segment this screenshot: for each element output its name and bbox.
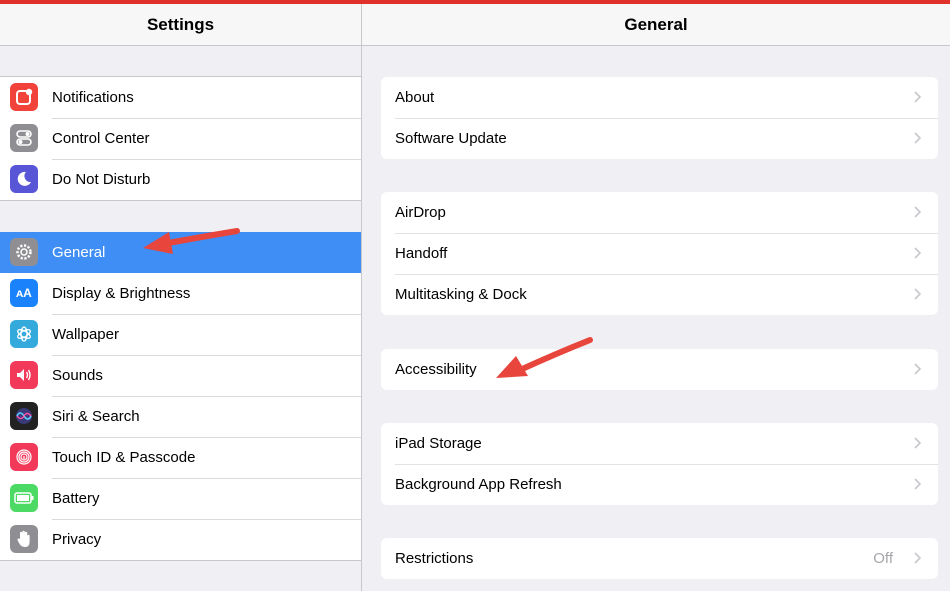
general-item-airdrop[interactable]: AirDrop <box>381 192 938 233</box>
settings-sidebar: Settings Notifications Control Center Do… <box>0 4 361 591</box>
sidebar-item-label: Touch ID & Passcode <box>52 449 196 466</box>
general-item-label: AirDrop <box>395 204 446 221</box>
general-item-ipad-storage[interactable]: iPad Storage <box>381 423 938 464</box>
general-item-label: Restrictions <box>395 550 474 567</box>
general-detail-pane: General About Software Update AirDrop Ha… <box>362 4 950 591</box>
general-item-label: Multitasking & Dock <box>395 286 527 303</box>
sidebar-item-label: Privacy <box>52 531 102 548</box>
sidebar-item-sounds[interactable]: Sounds <box>0 355 361 396</box>
wallpaper-icon <box>10 320 38 348</box>
general-item-about[interactable]: About <box>381 77 938 118</box>
general-item-label: Handoff <box>395 245 448 262</box>
general-item-label: Accessibility <box>395 361 477 378</box>
gear-icon <box>10 238 38 266</box>
sidebar-item-siri-search[interactable]: Siri & Search <box>0 396 361 437</box>
sidebar-group-1: Notifications Control Center Do Not Dist… <box>0 76 361 201</box>
sidebar-item-label: Control Center <box>52 130 150 147</box>
sidebar-item-display-brightness[interactable]: ᴀA Display & Brightness <box>0 273 361 314</box>
general-item-label: Background App Refresh <box>395 476 562 493</box>
sounds-icon <box>10 361 38 389</box>
general-group-1: About Software Update <box>381 77 938 159</box>
general-item-restrictions[interactable]: Restrictions Off <box>381 538 938 579</box>
sidebar-item-label: Wallpaper <box>52 326 119 343</box>
sidebar-item-label: Sounds <box>52 367 103 384</box>
sidebar-group-2: General ᴀA Display & Brightness Wallpape… <box>0 232 361 561</box>
chevron-right-icon <box>914 437 922 449</box>
sidebar-item-label: Notifications <box>52 89 134 106</box>
sidebar-item-wallpaper[interactable]: Wallpaper <box>0 314 361 355</box>
chevron-right-icon <box>914 288 922 300</box>
general-item-label: About <box>395 89 435 106</box>
sidebar-item-battery[interactable]: Battery <box>0 478 361 519</box>
chevron-right-icon <box>914 247 922 259</box>
detail-title: General <box>362 4 950 46</box>
chevron-right-icon <box>914 478 922 490</box>
general-item-label: iPad Storage <box>395 435 482 452</box>
sidebar-item-label: Siri & Search <box>52 408 140 425</box>
control-center-icon <box>10 124 38 152</box>
sidebar-item-privacy[interactable]: Privacy <box>0 519 361 560</box>
chevron-right-icon <box>914 206 922 218</box>
chevron-right-icon <box>914 552 922 564</box>
general-group-5: Restrictions Off <box>381 538 938 579</box>
general-item-software-update[interactable]: Software Update <box>381 118 938 159</box>
fingerprint-icon <box>10 443 38 471</box>
sidebar-title: Settings <box>0 4 361 46</box>
moon-icon <box>10 165 38 193</box>
restrictions-value: Off <box>873 550 893 567</box>
sidebar-item-label: Do Not Disturb <box>52 171 151 188</box>
battery-icon <box>10 484 38 512</box>
sidebar-item-label: Display & Brightness <box>52 285 191 302</box>
sidebar-item-do-not-disturb[interactable]: Do Not Disturb <box>0 159 361 200</box>
general-item-handoff[interactable]: Handoff <box>381 233 938 274</box>
general-group-2: AirDrop Handoff Multitasking & Dock <box>381 192 938 315</box>
sidebar-item-general[interactable]: General <box>0 232 361 273</box>
sidebar-item-touch-id[interactable]: Touch ID & Passcode <box>0 437 361 478</box>
sidebar-item-label: General <box>52 244 106 261</box>
general-item-accessibility[interactable]: Accessibility <box>381 349 938 390</box>
general-group-3: Accessibility <box>381 349 938 390</box>
hand-icon <box>10 525 38 553</box>
sidebar-item-notifications[interactable]: Notifications <box>0 77 361 118</box>
general-item-multitasking[interactable]: Multitasking & Dock <box>381 274 938 315</box>
notifications-icon <box>10 83 38 111</box>
display-icon: ᴀA <box>10 279 38 307</box>
chevron-right-icon <box>914 132 922 144</box>
general-item-background-refresh[interactable]: Background App Refresh <box>381 464 938 505</box>
siri-icon <box>10 402 38 430</box>
chevron-right-icon <box>914 91 922 103</box>
sidebar-item-label: Battery <box>52 490 100 507</box>
general-item-label: Software Update <box>395 130 507 147</box>
chevron-right-icon <box>914 363 922 375</box>
general-group-4: iPad Storage Background App Refresh <box>381 423 938 505</box>
sidebar-item-control-center[interactable]: Control Center <box>0 118 361 159</box>
